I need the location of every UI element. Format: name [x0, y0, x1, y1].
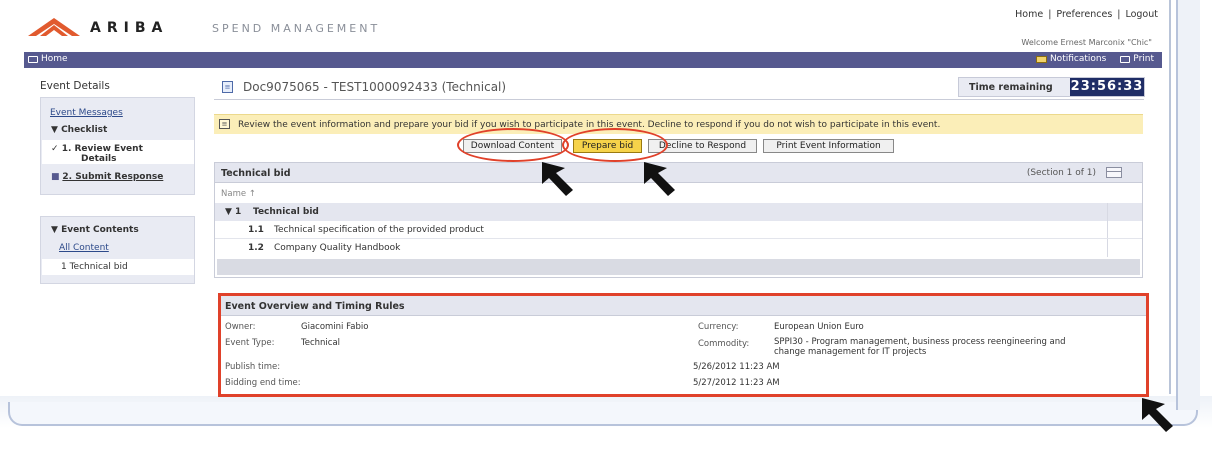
content-item-technical-bid[interactable]: 1 Technical bid: [61, 262, 128, 272]
triangle-down-icon: ▼: [51, 125, 62, 135]
check-icon: ✓: [51, 144, 59, 154]
all-content-link[interactable]: All Content: [59, 243, 109, 253]
nav-home-label: Home: [41, 54, 68, 64]
commodity-value-line2: change management for IT projects: [774, 347, 927, 357]
window-ledge: [8, 402, 1198, 426]
window-right-edge: [1176, 0, 1200, 410]
logout-link[interactable]: Logout: [1125, 9, 1158, 20]
ariba-logo: ARIBA: [26, 16, 176, 42]
currency-label: Currency:: [698, 322, 739, 332]
title-divider: [214, 99, 1144, 100]
step1-label-line2: Details: [81, 154, 117, 164]
sidebar-title: Event Details: [40, 80, 110, 92]
top-links: Home | Preferences | Logout: [1015, 9, 1158, 20]
step2-label: 2. Submit Response: [62, 172, 164, 182]
info-banner: ≡ Review the event information and prepa…: [214, 114, 1143, 134]
highlight-ring-download: [457, 128, 569, 162]
event-messages-link[interactable]: Event Messages: [50, 108, 123, 118]
screenshot-frame: ARIBA SPEND MANAGEMENT Home | Preferences |…: [0, 0, 1212, 450]
event-contents-toggle[interactable]: ▼ Event Contents: [51, 225, 139, 235]
envelope-icon: [1035, 55, 1047, 63]
bidding-end-value: 5/27/2012 11:23 AM: [693, 378, 780, 388]
name-column-label: Name ↑: [221, 189, 256, 199]
bullet-icon: ■: [51, 172, 60, 182]
event-type-value: Technical: [301, 338, 341, 348]
publish-time-label: Publish time:: [225, 362, 281, 372]
pointer-arrow-prepare: [644, 162, 675, 196]
bidding-end-label: Bidding end time:: [225, 378, 301, 388]
group-label: Technical bid: [253, 207, 319, 217]
event-type-label: Event Type:: [225, 338, 275, 348]
sidebar-item-submit[interactable]: ■ 2. Submit Response: [51, 172, 163, 182]
table-row[interactable]: 1.2 Company Quality Handbook: [215, 239, 1142, 257]
sidebar-contents-panel: ▼ Event Contents All Content 1 Technical…: [40, 216, 195, 284]
event-overview-title: Event Overview and Timing Rules: [225, 301, 405, 312]
welcome-text: Welcome Ernest Marconix "Chic": [1021, 38, 1152, 47]
banner-text: Review the event information and prepare…: [238, 120, 941, 130]
publish-time-value: 5/26/2012 11:23 AM: [693, 362, 780, 372]
logo-wordmark: ARIBA: [90, 20, 169, 36]
notifications-link[interactable]: Notifications: [1035, 54, 1107, 64]
nav-home[interactable]: Home: [28, 54, 68, 64]
printer-icon: [1120, 55, 1131, 63]
currency-value: European Union Euro: [774, 322, 864, 332]
nav-bar: Home Notifications Print: [24, 52, 1162, 68]
row-number: 1.1: [248, 225, 264, 235]
window-bottom-band: [0, 396, 1212, 450]
section-indicator: (Section 1 of 1): [1026, 168, 1096, 178]
checklist-toggle[interactable]: ▼ Checklist: [51, 125, 107, 135]
table-row[interactable]: 1.1 Technical specification of the provi…: [215, 221, 1142, 239]
sidebar-item-review[interactable]: ✓ 1. Review Event: [51, 144, 143, 154]
preferences-link[interactable]: Preferences: [1056, 9, 1112, 20]
print-event-info-button[interactable]: Print Event Information: [763, 139, 894, 153]
time-remaining-value: 23:56:33: [1070, 78, 1144, 96]
technical-bid-title: Technical bid: [221, 168, 291, 179]
commodity-value-line1: SPPI30 - Program management, business pr…: [774, 337, 1066, 347]
ariba-logo-icon: [28, 18, 80, 36]
row-label: Company Quality Handbook: [274, 243, 401, 253]
time-remaining-label: Time remaining: [969, 82, 1053, 93]
event-overview-panel: Event Overview and Timing Rules Owner: G…: [218, 293, 1149, 397]
checklist-label: Checklist: [61, 125, 108, 135]
page-title: Doc9075065 - TEST1000092433 (Technical): [243, 80, 507, 94]
home-link[interactable]: Home: [1015, 9, 1043, 20]
time-remaining-box: Time remaining 23:56:33: [958, 77, 1145, 97]
print-link[interactable]: Print: [1120, 54, 1154, 64]
owner-value: Giacomini Fabio: [301, 322, 369, 332]
pointer-arrow-download: [542, 162, 573, 196]
table-footer: [217, 259, 1140, 275]
row-number: 1.2: [248, 243, 264, 253]
table-options-icon[interactable]: [1106, 167, 1122, 178]
group-number: ▼ 1: [225, 207, 242, 217]
home-icon: [28, 55, 38, 63]
event-overview-header: Event Overview and Timing Rules: [221, 296, 1146, 316]
document-icon: ≡: [222, 81, 233, 93]
pointer-arrow-overview: [1142, 398, 1173, 432]
step1-label: 1. Review Event: [61, 144, 143, 154]
commodity-label: Commodity:: [698, 339, 750, 349]
tagline: SPEND MANAGEMENT: [212, 22, 381, 35]
info-icon: ≡: [219, 119, 230, 129]
highlight-ring-prepare: [562, 128, 668, 162]
print-label: Print: [1133, 54, 1154, 64]
owner-label: Owner:: [225, 322, 256, 332]
notifications-label: Notifications: [1049, 54, 1107, 64]
sidebar-checklist-panel: Event Messages ▼ Checklist ✓ 1. Review E…: [40, 97, 195, 195]
event-contents-label: Event Contents: [61, 225, 139, 235]
row-label: Technical specification of the provided …: [274, 225, 484, 235]
triangle-down-icon: ▼: [51, 225, 62, 235]
table-row-group[interactable]: ▼ 1 Technical bid: [215, 203, 1142, 221]
